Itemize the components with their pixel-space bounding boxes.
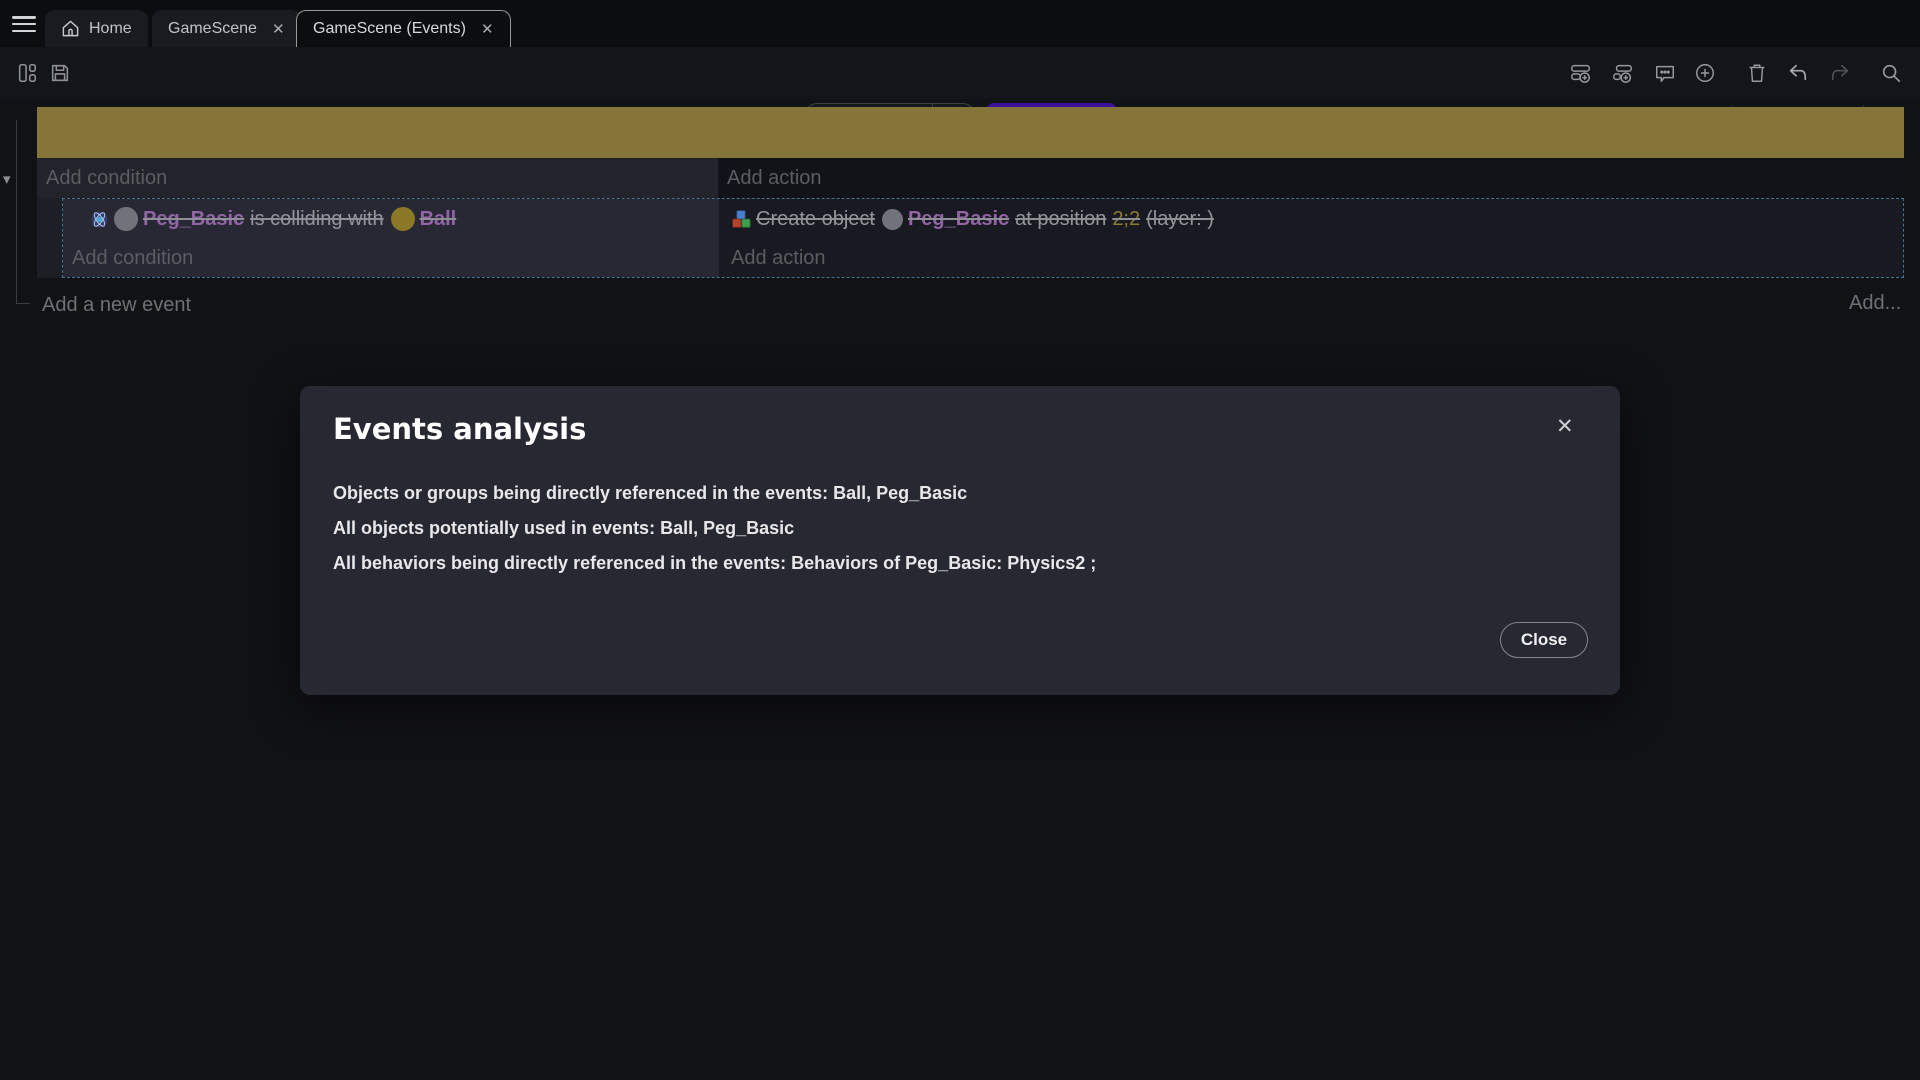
add-new-event-link[interactable]: Add a new event bbox=[42, 294, 191, 317]
tab-label: Home bbox=[89, 20, 132, 38]
analysis-line: All objects potentially used in events: … bbox=[333, 511, 1533, 546]
add-comment-icon[interactable] bbox=[1654, 62, 1676, 84]
close-icon[interactable]: ✕ bbox=[272, 20, 285, 38]
condition-row[interactable]: Peg_Basic is colliding with Ball bbox=[63, 199, 719, 239]
add-condition-link[interactable]: Add condition bbox=[37, 158, 718, 198]
tab-gamescene[interactable]: GameScene ✕ bbox=[152, 10, 301, 47]
action-middle: at position bbox=[1015, 208, 1106, 231]
layout-panels-icon[interactable] bbox=[16, 62, 38, 84]
add-subevent-icon[interactable] bbox=[1612, 62, 1634, 84]
physics-behavior-icon bbox=[89, 209, 110, 230]
home-icon bbox=[61, 19, 80, 38]
analysis-line: Objects or groups being directly referen… bbox=[333, 476, 1533, 511]
dialog-title: Events analysis bbox=[333, 412, 586, 446]
condition-sentence: Peg_Basic is colliding with Ball bbox=[112, 207, 456, 231]
close-button[interactable]: Close bbox=[1500, 622, 1588, 658]
tab-home[interactable]: Home bbox=[45, 10, 148, 47]
event-actions-cell: Add action bbox=[718, 158, 1904, 198]
event-tree-line bbox=[16, 303, 30, 304]
action-suffix: (layer: ) bbox=[1146, 208, 1214, 231]
close-icon[interactable]: ✕ bbox=[481, 20, 494, 38]
object-thumbnail bbox=[114, 207, 138, 231]
add-more-events-icon[interactable] bbox=[1694, 62, 1716, 84]
tab-label: GameScene (Events) bbox=[313, 20, 466, 38]
action-row[interactable]: Create object Peg_Basic at position 2;2 … bbox=[719, 199, 1903, 239]
object-thumbnail bbox=[882, 209, 903, 230]
search-icon[interactable] bbox=[1880, 62, 1902, 84]
selected-disabled-event[interactable]: Peg_Basic is colliding with Ball Add con… bbox=[62, 198, 1904, 278]
tab-label: GameScene bbox=[168, 20, 257, 38]
object-name: Ball bbox=[420, 208, 457, 231]
tab-gamescene-events[interactable]: GameScene (Events) ✕ bbox=[296, 10, 511, 47]
create-object-icon bbox=[731, 209, 751, 229]
selected-event-bar[interactable] bbox=[37, 107, 1904, 158]
save-icon[interactable] bbox=[49, 62, 71, 84]
redo-icon[interactable] bbox=[1829, 62, 1851, 84]
toolbar: Preview ▾ Publish bbox=[0, 47, 1920, 99]
add-action-link[interactable]: Add action bbox=[718, 158, 1904, 198]
analysis-line: All behaviors being directly referenced … bbox=[333, 546, 1533, 581]
add-condition-link[interactable]: Add condition bbox=[63, 239, 719, 277]
action-prefix: Create object bbox=[756, 208, 875, 231]
conditions-column: Peg_Basic is colliding with Ball Add con… bbox=[63, 199, 719, 277]
tab-bar: Home GameScene ✕ GameScene (Events) ✕ bbox=[0, 0, 1920, 47]
event-conditions-cell: Add condition bbox=[37, 158, 718, 198]
add-event-icon[interactable] bbox=[1570, 62, 1592, 84]
events-analysis-dialog: Events analysis ✕ Objects or groups bein… bbox=[300, 386, 1620, 695]
add-action-link[interactable]: Add action bbox=[719, 239, 1903, 277]
add-more-link[interactable]: Add... bbox=[1849, 292, 1901, 315]
object-name: Peg_Basic bbox=[143, 208, 244, 231]
position-parameter: 2;2 bbox=[1112, 208, 1140, 231]
close-icon[interactable]: ✕ bbox=[1552, 410, 1578, 443]
object-thumbnail bbox=[391, 207, 415, 231]
dialog-body: Objects or groups being directly referen… bbox=[333, 476, 1533, 581]
menu-icon[interactable] bbox=[12, 16, 36, 32]
delete-icon[interactable] bbox=[1746, 62, 1768, 84]
object-name: Peg_Basic bbox=[908, 208, 1009, 231]
condition-verb: is colliding with bbox=[250, 208, 383, 231]
undo-icon[interactable] bbox=[1787, 62, 1809, 84]
event-left-strip bbox=[37, 198, 62, 278]
event-tree-line bbox=[16, 120, 17, 303]
action-sentence: Create object Peg_Basic at position 2;2 … bbox=[756, 208, 1214, 231]
actions-column: Create object Peg_Basic at position 2;2 … bbox=[719, 199, 1903, 277]
collapse-arrow-icon[interactable]: ▾ bbox=[3, 170, 11, 188]
